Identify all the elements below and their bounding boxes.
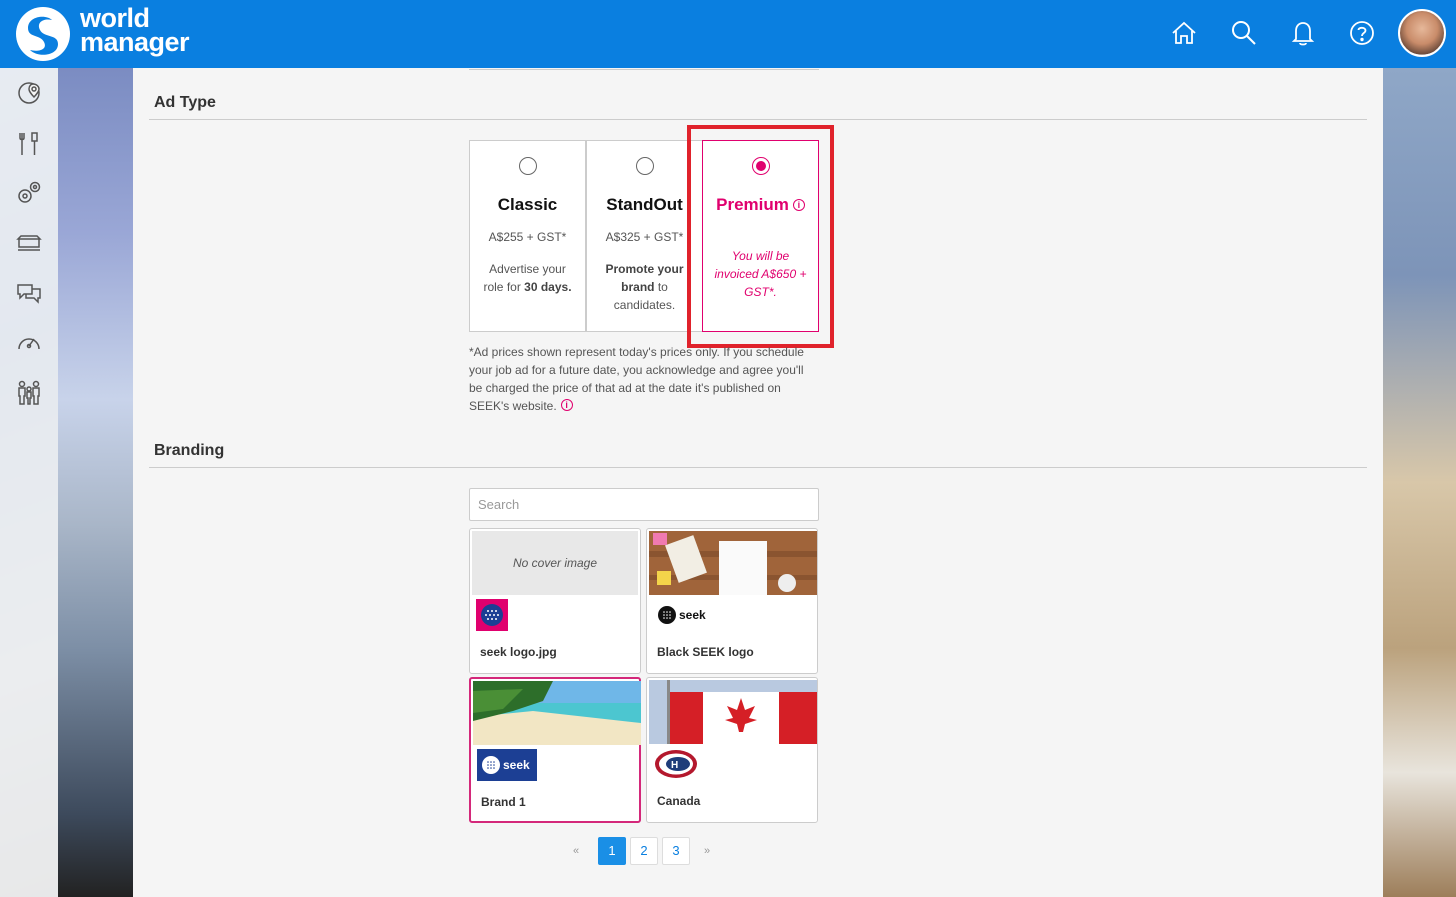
classic-radio[interactable] [518,157,537,175]
standout-radio[interactable] [635,157,654,175]
map-pin-icon[interactable] [15,80,43,108]
brand-name: Black SEEK logo [657,645,754,659]
seek-blue-logo-icon: seek [477,749,537,781]
brand-name: Canada [657,794,701,808]
side-navigation [0,68,58,897]
speedometer-icon[interactable] [15,329,43,357]
brand-name: seek logo.jpg [480,645,557,659]
logo-line-2: manager [80,27,190,57]
note-info-icon[interactable]: i [560,399,573,411]
canadiens-logo-icon: H [655,750,697,778]
main-content-panel: Ad Type Classic A$255 + GST* Advertise y… [133,68,1383,897]
truck-icon[interactable] [15,229,43,257]
previous-field-edge [469,68,819,70]
classic-price: A$255 + GST* [488,230,567,244]
canada-flag-cover-image [649,680,817,744]
seek-pink-logo-icon [476,599,508,631]
svg-text:seek: seek [503,758,530,772]
premium-highlight-box [687,125,834,348]
background-left-strip [58,68,133,897]
beach-cover-image [473,681,641,745]
ad-option-classic[interactable]: Classic A$255 + GST* Advertise your role… [469,140,586,332]
branding-heading: Branding [154,442,225,459]
pagination-prev[interactable]: « [573,838,579,864]
help-icon[interactable] [1347,18,1377,48]
chat-icon[interactable] [15,279,43,307]
standout-description: Promote your brand to candidates. [605,262,684,312]
pagination: « 1 2 3 » [573,837,723,865]
branding-divider [149,467,1367,468]
page-2-button[interactable]: 2 [630,837,658,865]
people-icon[interactable] [15,379,43,407]
desk-cover-image [649,531,817,595]
ad-type-divider [149,119,1367,120]
branding-search-input[interactable]: Search [469,488,819,521]
svg-text:H: H [671,760,678,771]
top-header: world manager [0,0,1456,68]
background-right-strip [1383,68,1456,897]
bell-icon[interactable] [1288,18,1318,48]
search-icon[interactable] [1229,18,1259,48]
tools-icon[interactable] [15,130,43,158]
ad-type-heading: Ad Type [154,94,216,111]
page-3-button[interactable]: 3 [662,837,690,865]
logo-wordmark: world manager [80,5,190,57]
ad-option-standout[interactable]: StandOut A$325 + GST* Promote your brand… [586,140,703,332]
classic-description: Advertise your role for 30 days. [483,262,572,294]
home-icon[interactable] [1169,18,1199,48]
brand-card-seek-logo[interactable]: No cover image seek logo.jpg [469,528,641,674]
classic-name: Classic [497,195,558,214]
brand-card-black-seek-logo[interactable]: seek Black SEEK logo [646,528,818,674]
standout-name: StandOut [606,195,683,214]
ad-price-note: *Ad prices shown represent today's price… [469,345,804,413]
standout-price: A$325 + GST* [605,230,684,244]
gears-icon[interactable] [15,179,43,207]
brand-card-canada[interactable]: H Canada [646,677,818,823]
world-manager-logo-icon[interactable] [14,6,72,62]
page-1-button[interactable]: 1 [598,837,626,865]
seek-black-logo-icon: seek [658,606,706,624]
brand-card-brand-1[interactable]: seek Brand 1 [469,677,641,823]
pagination-next[interactable]: » [704,838,710,864]
brand-name: Brand 1 [481,795,526,809]
user-avatar[interactable] [1398,9,1446,57]
svg-text:seek: seek [679,608,706,622]
no-cover-placeholder: No cover image [472,531,638,595]
